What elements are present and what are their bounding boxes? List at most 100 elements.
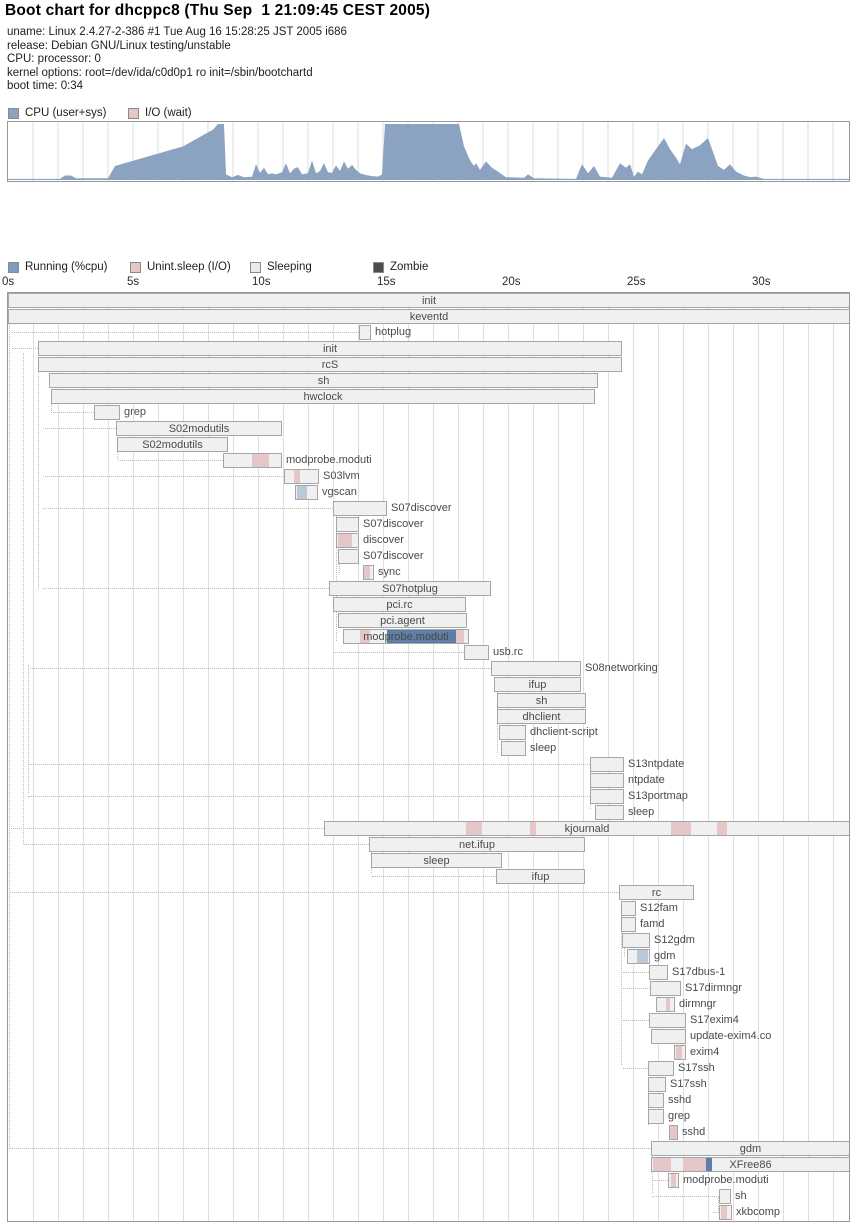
cpu-usage-area [8, 124, 849, 180]
tree-connector [43, 508, 333, 509]
proc-gridline [533, 293, 534, 1221]
process-label: pci.rc [386, 599, 412, 611]
proc-gridline [483, 293, 484, 1221]
process-bar-segment [297, 486, 307, 499]
process-label: gdm [740, 1143, 761, 1155]
header-cpu: CPU: processor: 0 [7, 53, 101, 65]
process-bar: ifup [496, 869, 585, 884]
process-label: usb.rc [493, 645, 523, 660]
cpu-area-svg [8, 122, 849, 181]
process-label: modprobe.moduti [683, 1173, 769, 1188]
process-bar [363, 565, 374, 580]
process-bar [491, 661, 581, 676]
axis-tick-label: 15s [377, 276, 396, 288]
process-label: kjournald [565, 823, 610, 835]
process-bar-segment [706, 1158, 712, 1171]
proc-gridline [833, 293, 834, 1221]
process-bar: init [38, 341, 622, 356]
process-gantt-chart: initkeventdhotpluginitrcSshhwclockgrepS0… [7, 292, 850, 1222]
process-label: net.ifup [459, 839, 495, 851]
process-label: S07discover [391, 501, 452, 516]
tree-connector [118, 460, 223, 461]
legend-item: Running (%cpu) [8, 261, 107, 273]
process-label: S07discover [363, 517, 424, 532]
page-title: Boot chart for dhcppc8 (Thu Sep 1 21:09:… [5, 2, 430, 20]
process-label: sshd [668, 1093, 691, 1108]
process-bar-segment [683, 1158, 706, 1171]
axis-tick-label: 5s [127, 276, 139, 288]
cpu-usage-chart [7, 121, 850, 182]
process-bar [651, 1029, 686, 1044]
process-label: ifup [532, 871, 550, 883]
tree-connector [623, 1020, 649, 1021]
axis-tick-label: 10s [252, 276, 271, 288]
legend-swatch [8, 108, 19, 119]
process-label: S03lvm [323, 469, 360, 484]
process-bar: init [8, 293, 850, 308]
proc-gridline [758, 293, 759, 1221]
process-bar-segment [456, 630, 464, 643]
process-bar: hwclock [51, 389, 595, 404]
process-label: sleep [530, 741, 556, 756]
proc-gridline [408, 293, 409, 1221]
process-bar [650, 981, 681, 996]
process-bar [719, 1189, 731, 1204]
process-bar [284, 469, 319, 484]
proc-gridline [808, 293, 809, 1221]
legend-item: Sleeping [250, 261, 312, 273]
tree-connector [9, 828, 324, 829]
process-bar: ifup [494, 677, 581, 692]
process-bar-segment [252, 454, 269, 467]
process-label: S07discover [363, 549, 424, 564]
process-bar [668, 1173, 679, 1188]
process-bar-segment [721, 1206, 727, 1219]
process-bar-segment [671, 1174, 676, 1187]
process-bar: S02modutils [117, 437, 228, 452]
process-label: S17dbus-1 [672, 965, 725, 980]
process-bar [648, 1077, 666, 1092]
process-label: sh [318, 375, 330, 387]
legend-swatch [130, 262, 141, 273]
proc-gridline [283, 293, 284, 1221]
tree-connector [12, 332, 359, 333]
legend-label: CPU (user+sys) [25, 107, 106, 119]
process-bar [627, 949, 650, 964]
process-bar: net.ifup [369, 837, 585, 852]
axis-tick-label: 20s [502, 276, 521, 288]
proc-gridline [383, 293, 384, 1221]
process-bar [223, 453, 282, 468]
process-bar: kjournald [324, 821, 850, 836]
process-bar [674, 1045, 686, 1060]
legend-item: I/O (wait) [128, 107, 192, 119]
process-bar: pci.rc [333, 597, 466, 612]
process-bar [656, 997, 675, 1012]
process-bar: rcS [38, 357, 622, 372]
process-bar-segment [666, 998, 670, 1011]
process-bar [590, 789, 624, 804]
process-bar: modprobe.moduti [343, 629, 469, 644]
legend-label: Running (%cpu) [25, 261, 107, 273]
tree-connector [333, 652, 464, 653]
process-bar [649, 1013, 686, 1028]
process-bar-segment [364, 566, 370, 579]
process-bar: rc [619, 885, 694, 900]
tree-connector [9, 1148, 651, 1149]
process-bar-segment [671, 822, 691, 835]
proc-gridline [733, 293, 734, 1221]
process-label: sync [378, 565, 401, 580]
process-label: dhclient-script [530, 725, 598, 740]
process-label: XFree86 [729, 1159, 771, 1171]
tree-connector [623, 988, 650, 989]
legend-swatch [373, 262, 384, 273]
process-label: discover [363, 533, 404, 548]
header-boot-time: boot time: 0:34 [7, 80, 83, 92]
process-label: modprobe.moduti [363, 631, 449, 643]
process-label: ifup [529, 679, 547, 691]
process-bar [648, 1061, 674, 1076]
tree-connector [28, 764, 590, 765]
legend-swatch [250, 262, 261, 273]
tree-connector [372, 876, 496, 877]
process-label: grep [124, 405, 146, 420]
process-label: dirmngr [679, 997, 716, 1012]
proc-gridline [433, 293, 434, 1221]
